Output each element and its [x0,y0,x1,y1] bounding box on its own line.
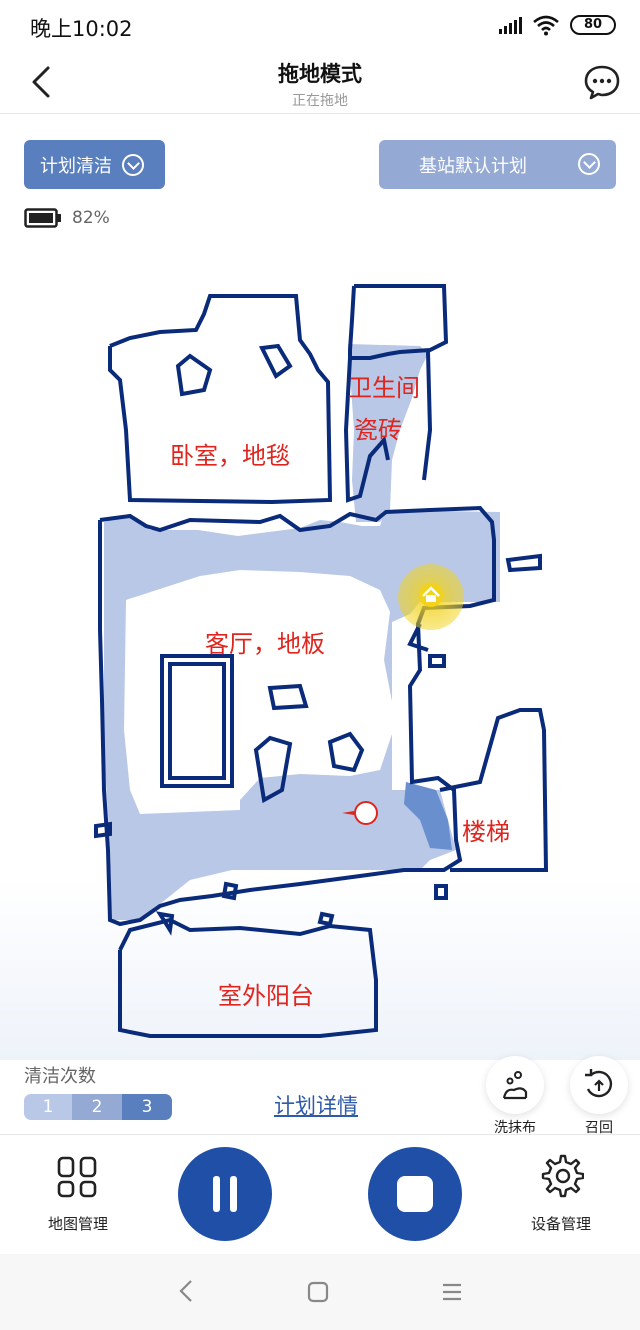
control-bar: 地图管理 设备管理 [0,1134,640,1254]
plan-clean-button[interactable]: 计划清洁 [24,140,165,189]
page-title: 拖地模式 [278,62,362,86]
stop-button[interactable] [368,1147,462,1241]
clean-count-label: 清洁次数 [24,1066,96,1087]
signal-icon [499,16,522,34]
header: 拖地模式 正在拖地 [0,52,640,114]
battery-percent: 82% [72,208,110,228]
battery-icon [24,208,61,228]
pause-icon [213,1176,237,1212]
wifi-icon [533,15,559,36]
plan-clean-label: 计划清洁 [40,155,112,177]
room-label-bathroom: 卫生间 [348,374,420,402]
nav-home-icon[interactable] [306,1280,330,1304]
stop-icon [397,1176,433,1212]
page-subtitle: 正在拖地 [292,93,348,109]
clean-count-option-3[interactable]: 3 [122,1094,172,1120]
system-nav-bar [0,1254,640,1330]
room-label-stairs: 楼梯 [462,818,510,846]
pause-button[interactable] [178,1147,272,1241]
station-plan-label: 基站默认计划 [419,155,527,177]
wash-mop-button[interactable] [486,1056,544,1114]
recall-button[interactable] [570,1056,628,1114]
recall-icon [585,1069,613,1098]
clean-count-option-2[interactable]: 2 [72,1094,122,1120]
room-label-bedroom: 卧室，地毯 [170,442,290,470]
home-icon[interactable] [419,583,443,607]
room-label-living: 客厅，地板 [205,630,325,658]
nav-back-icon[interactable] [176,1278,196,1304]
status-bar: 晚上10:02 80 [0,0,640,52]
plan-details-link[interactable]: 计划详情 [274,1090,358,1120]
device-manage-label[interactable]: 设备管理 [511,1213,611,1234]
clean-count-option-1[interactable]: 1 [24,1094,72,1120]
robot-battery: 82% [24,208,110,228]
status-time: 晚上10:02 [30,17,133,41]
message-icon[interactable] [582,62,622,102]
map-manage-label[interactable]: 地图管理 [28,1213,128,1234]
cleaning-map[interactable]: 卧室，地毯 卫生间 瓷砖 客厅，地板 楼梯 室外阳台 [0,230,640,1060]
chevron-down-icon [578,153,600,175]
map-manage-icon[interactable] [56,1155,100,1199]
battery-status: 80 [570,15,616,35]
nav-menu-icon[interactable] [440,1280,464,1304]
chevron-down-icon [122,153,144,176]
room-label-bathroom-floor: 瓷砖 [354,416,402,444]
gear-icon[interactable] [538,1153,584,1199]
status-icons: 80 [499,14,616,36]
wash-mop-icon [502,1071,528,1100]
room-label-balcony: 室外阳台 [218,982,314,1010]
station-plan-button[interactable]: 基站默认计划 [379,140,616,189]
